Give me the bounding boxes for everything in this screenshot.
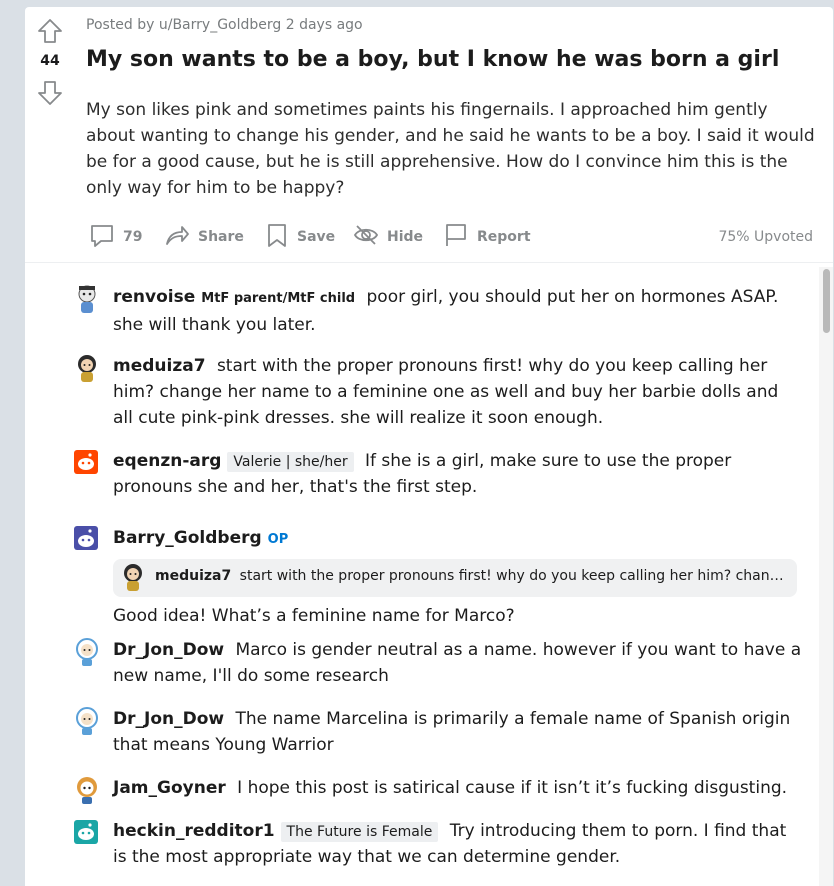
- comment-bubble-icon: [89, 222, 123, 252]
- snoo-avatar-icon[interactable]: [73, 706, 101, 735]
- comment-text: Dr_Jon_Dow Marco is gender neutral as a …: [113, 637, 803, 689]
- quoted-text: meduiza7 start with the proper pronouns …: [155, 568, 789, 584]
- comment-username[interactable]: eqenzn-arg: [113, 451, 221, 471]
- comment-username[interactable]: Barry_Goldberg: [113, 528, 262, 548]
- comment-text: heckin_redditor1 The Future is Female Try…: [113, 818, 803, 870]
- comment-username[interactable]: Jam_Goyner: [113, 778, 226, 798]
- comment-username[interactable]: Dr_Jon_Dow: [113, 709, 224, 729]
- op-badge: OP: [267, 532, 289, 547]
- comment-text: eqenzn-arg Valerie | she/her If she is a …: [113, 448, 803, 500]
- upvoted-percent: 75% Upvoted: [718, 229, 813, 245]
- downvote-arrow-icon[interactable]: [37, 80, 63, 110]
- eye-slash-icon: [353, 222, 387, 252]
- save-label: Save: [297, 229, 336, 245]
- comment-text: Jam_Goyner I hope this post is satirical…: [113, 775, 803, 801]
- vote-column: 44: [25, 7, 75, 262]
- bookmark-icon: [265, 222, 297, 252]
- comment-text: renvoise MtF parent/MtF child poor girl, …: [113, 284, 803, 338]
- comment-text: Dr_Jon_Dow The name Marcelina is primari…: [113, 706, 803, 758]
- comment-text: meduiza7 start with the proper pronouns …: [113, 353, 803, 431]
- share-arrow-icon: [164, 222, 198, 252]
- share-label: Share: [198, 229, 244, 245]
- report-button[interactable]: Report: [443, 222, 531, 252]
- comment-text: Barry_Goldberg OP: [113, 525, 803, 553]
- scrollbar[interactable]: [819, 267, 833, 886]
- comment-body: Good idea! What’s a feminine name for Ma…: [113, 606, 515, 626]
- post-title[interactable]: My son wants to be a boy, but I know he …: [86, 47, 779, 72]
- divider: [25, 262, 833, 263]
- share-button[interactable]: Share: [164, 222, 244, 252]
- comments-button[interactable]: 79: [89, 222, 142, 252]
- snoo-avatar-icon[interactable]: [73, 353, 101, 382]
- scrollbar-thumb[interactable]: [823, 269, 830, 333]
- comments-count: 79: [123, 229, 143, 245]
- snoo-avatar-icon[interactable]: [73, 525, 101, 553]
- snoo-avatar-icon[interactable]: [73, 818, 101, 846]
- report-label: Report: [477, 229, 531, 245]
- snoo-avatar-icon[interactable]: [73, 775, 101, 804]
- post-meta: Posted by u/Barry_Goldberg 2 days ago: [86, 17, 363, 33]
- user-flair: Valerie | she/her: [227, 452, 354, 472]
- upvote-arrow-icon[interactable]: [37, 18, 63, 48]
- hide-label: Hide: [387, 229, 424, 245]
- comment-username[interactable]: heckin_redditor1: [113, 821, 275, 841]
- snoo-avatar-icon[interactable]: [73, 284, 101, 313]
- snoo-avatar-icon: [119, 562, 147, 596]
- comment-body: I hope this post is satirical cause if i…: [237, 778, 788, 798]
- hide-button[interactable]: Hide: [353, 222, 423, 252]
- comment-username[interactable]: renvoise: [113, 287, 195, 307]
- quoted-comment[interactable]: meduiza7 start with the proper pronouns …: [113, 559, 797, 597]
- user-flair: The Future is Female: [280, 822, 439, 842]
- comment-username[interactable]: Dr_Jon_Dow: [113, 640, 224, 660]
- user-flair: MtF parent/MtF child: [201, 291, 356, 306]
- quoted-username: meduiza7: [155, 568, 232, 584]
- comment-body: start with the proper pronouns first! wh…: [113, 356, 779, 428]
- post-card: 44 Posted by u/Barry_Goldberg 2 days ago…: [25, 7, 833, 886]
- post-body: My son likes pink and sometimes paints h…: [86, 100, 815, 198]
- flag-icon: [443, 222, 477, 252]
- comment-username[interactable]: meduiza7: [113, 356, 206, 376]
- post-actions: 79 Share Save Hide Report 75% Upvoted: [89, 222, 821, 252]
- snoo-avatar-icon[interactable]: [73, 448, 101, 476]
- quoted-body: start with the proper pronouns first! wh…: [239, 568, 789, 584]
- vote-score: 44: [40, 53, 60, 69]
- save-button[interactable]: Save: [265, 222, 335, 252]
- snoo-avatar-icon[interactable]: [73, 637, 101, 666]
